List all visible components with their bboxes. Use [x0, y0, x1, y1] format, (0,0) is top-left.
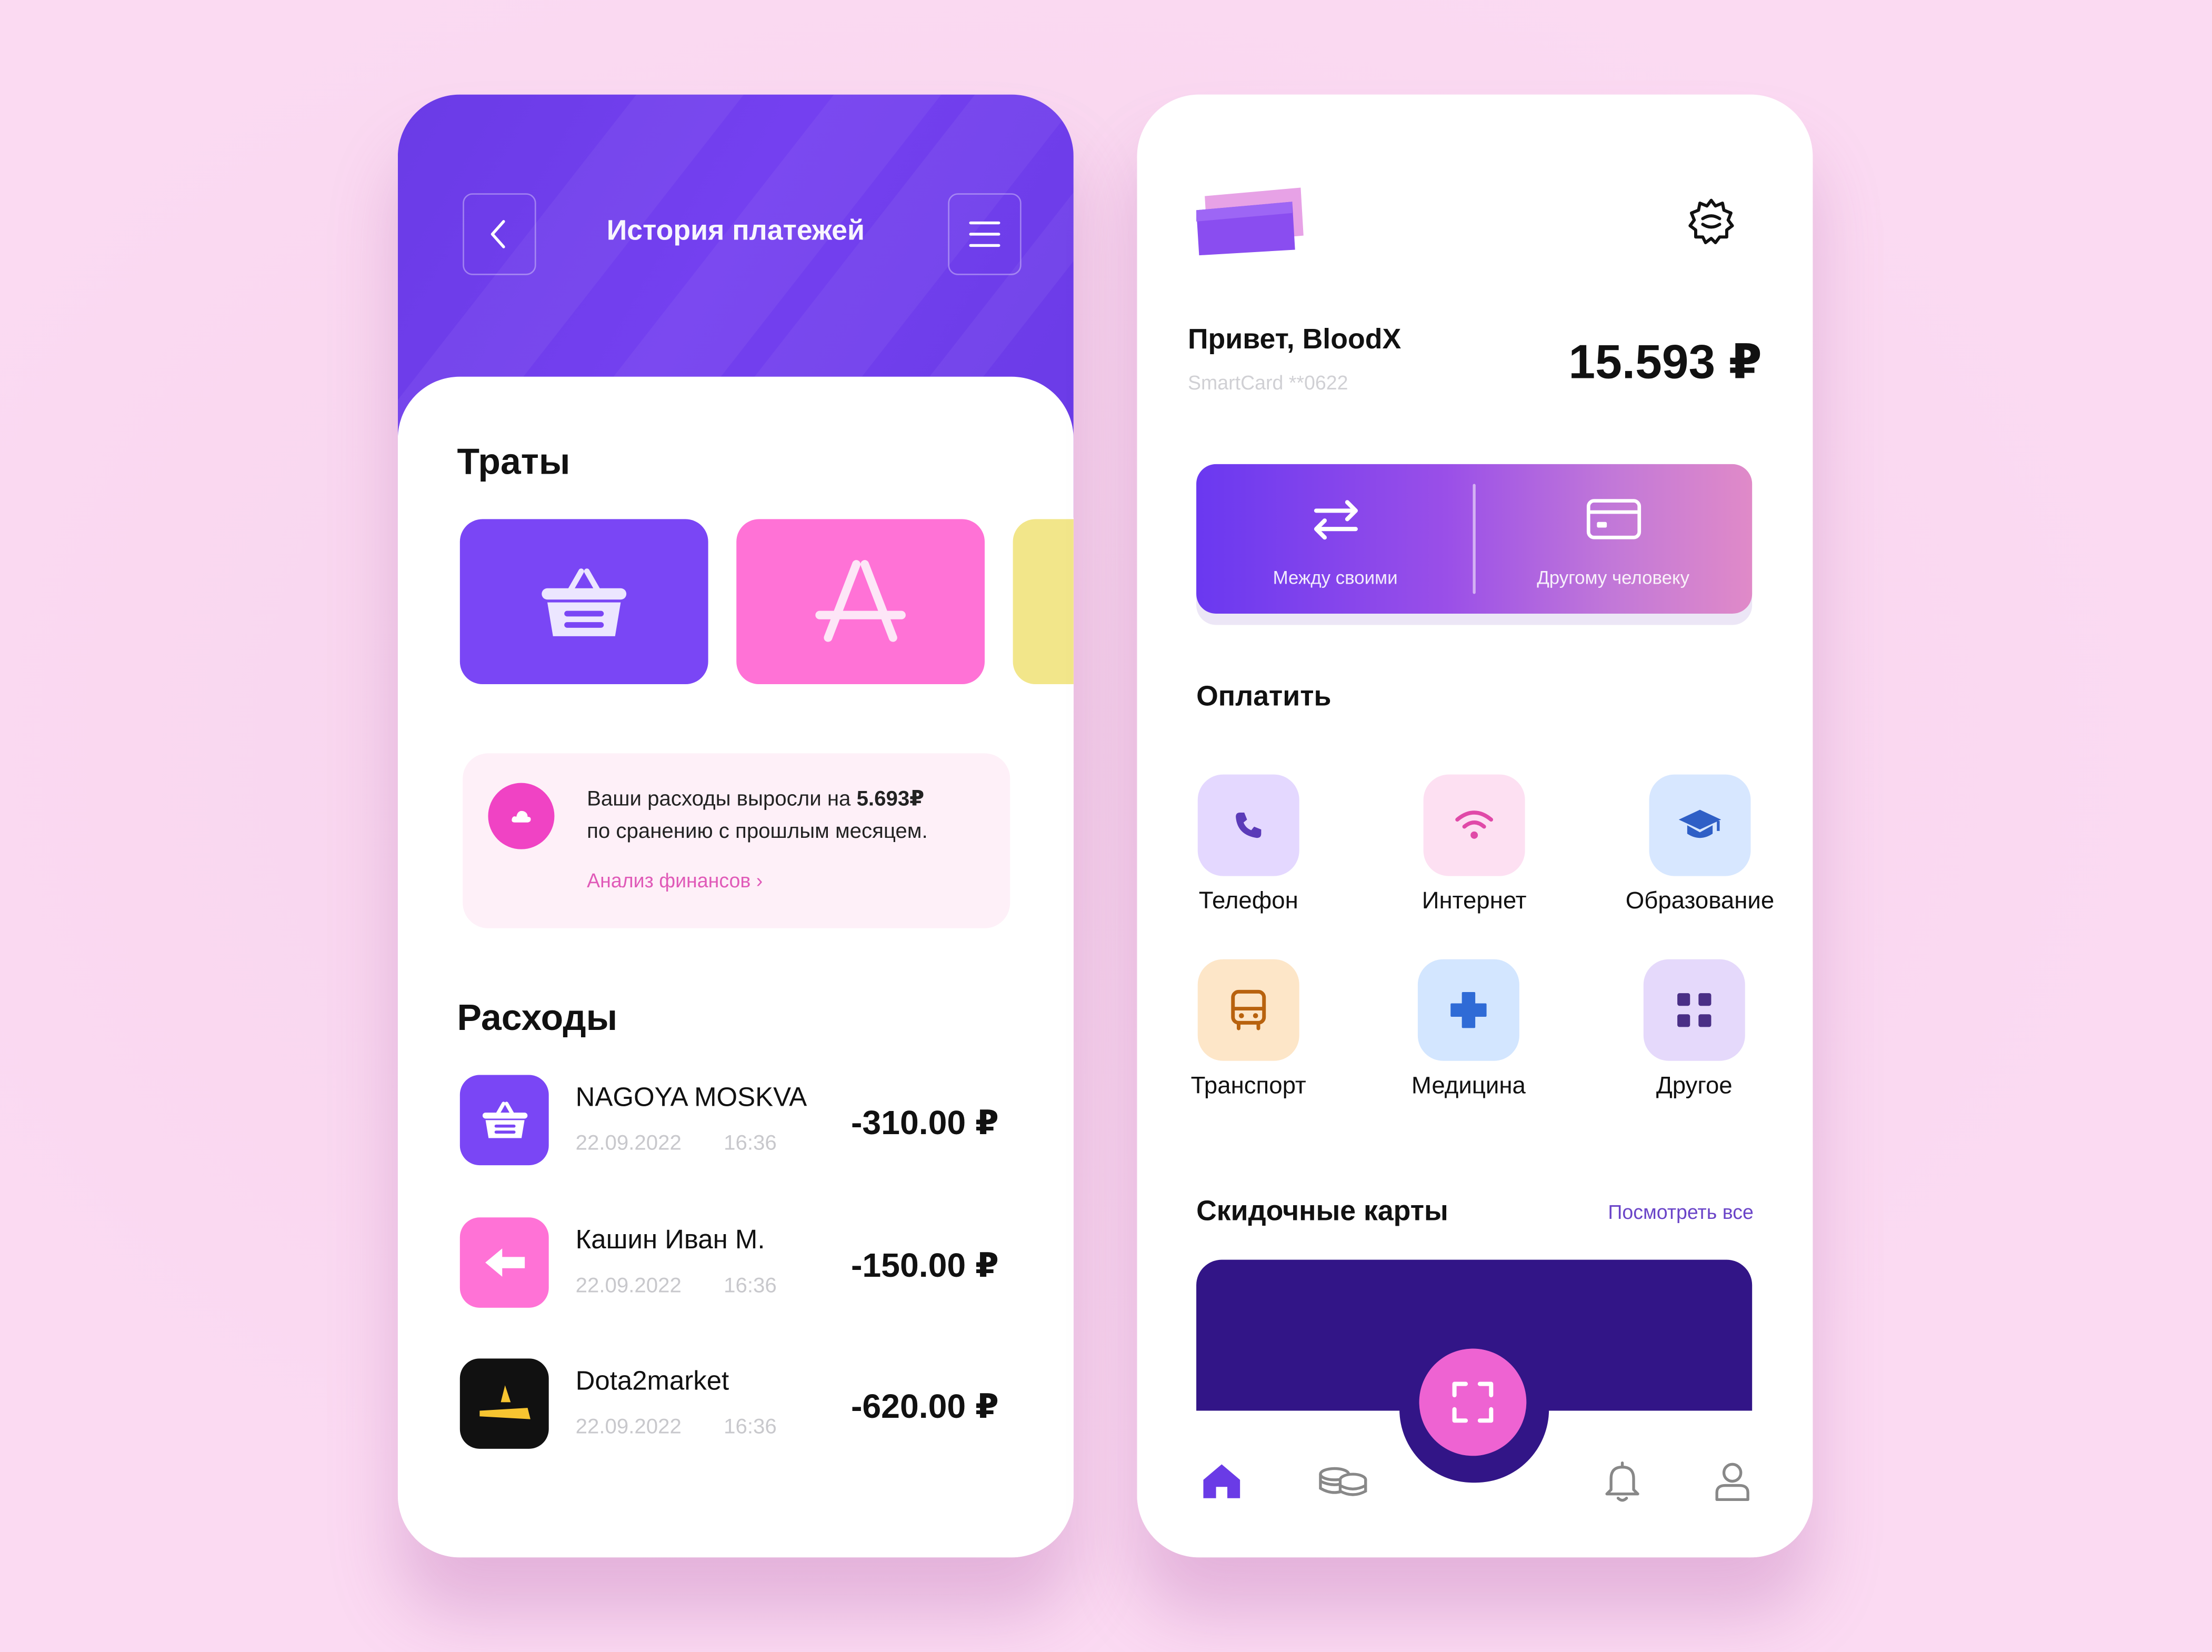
- settings-button[interactable]: [1687, 197, 1735, 253]
- hamburger-menu-icon: [969, 221, 1000, 247]
- expenses-heading: Расходы: [457, 996, 618, 1038]
- nav-notifications[interactable]: [1597, 1456, 1647, 1506]
- service-phone[interactable]: Телефон: [1143, 774, 1354, 930]
- appstore-icon: [815, 559, 906, 642]
- service-label: Телефон: [1198, 887, 1298, 914]
- transaction-date: 22.09.2022: [575, 1274, 682, 1298]
- transaction-name: Dota2market: [575, 1367, 729, 1397]
- cloud-up-icon: [511, 810, 531, 822]
- transaction-amount: -620.00 ₽: [850, 1388, 999, 1426]
- transaction-time: 16:36: [724, 1274, 777, 1298]
- credit-card-icon: [1586, 499, 1640, 539]
- transaction-time: 16:36: [724, 1131, 777, 1156]
- dota2market-logo-icon: [479, 1385, 530, 1419]
- home-screen: Привет, BloodX SmartCard **0622 15.593 ₽…: [1137, 94, 1813, 1558]
- bank-cards-logo: [1196, 187, 1304, 256]
- bus-icon: [1231, 989, 1266, 1030]
- service-education[interactable]: Образование: [1594, 774, 1806, 930]
- insight-text-suffix: по сранению с прошлым месяцем.: [587, 819, 928, 844]
- transaction-row[interactable]: NAGOYA MOSKVA 22.09.2022 16:36 -310.00 ₽: [459, 1075, 1024, 1166]
- transaction-name: Кашин Иван М.: [575, 1226, 765, 1256]
- basket-icon: [542, 567, 627, 636]
- category-third-tile[interactable]: [1013, 519, 1074, 685]
- transfer-between-own-button[interactable]: Между своими: [1196, 464, 1474, 614]
- transfer-label: Между своими: [1273, 567, 1398, 588]
- service-label: Транспорт: [1190, 1072, 1306, 1099]
- medical-cross-icon: [1450, 992, 1487, 1028]
- insight-icon: [488, 783, 555, 849]
- profile-icon: [1715, 1463, 1749, 1501]
- basket-icon: [482, 1102, 527, 1138]
- phone-icon: [1236, 812, 1262, 838]
- see-all-link[interactable]: Посмотреть все: [1608, 1200, 1753, 1223]
- arrow-left-icon: [484, 1248, 524, 1277]
- transaction-name: NAGOYA MOSKVA: [575, 1083, 807, 1113]
- transaction-amount: -150.00 ₽: [850, 1247, 999, 1285]
- transfer-arrows-icon: [1313, 500, 1357, 540]
- bell-icon: [1605, 1461, 1639, 1502]
- service-transport[interactable]: Транспорт: [1143, 959, 1354, 1115]
- home-icon: [1203, 1464, 1240, 1498]
- card-number: SmartCard **0622: [1187, 371, 1348, 394]
- insight-text-prefix: Ваши расходы выросли на: [587, 787, 857, 812]
- discount-cards-heading: Скидочные карты: [1196, 1196, 1448, 1228]
- transaction-row[interactable]: Dota2market 22.09.2022 16:36 -620.00 ₽: [459, 1358, 1024, 1449]
- greeting: Привет, BloodX: [1187, 324, 1402, 356]
- transfer-label: Другому человеку: [1537, 567, 1690, 588]
- scan-button[interactable]: [1419, 1348, 1527, 1456]
- spending-insight-card: Ваши расходы выросли на 5.693₽ по сранен…: [463, 753, 1010, 928]
- service-other[interactable]: Другое: [1588, 959, 1800, 1115]
- menu-button[interactable]: [948, 193, 1022, 275]
- service-medicine[interactable]: Медицина: [1363, 959, 1574, 1115]
- service-label: Образование: [1625, 887, 1775, 914]
- scan-icon: [1452, 1381, 1494, 1423]
- nav-home[interactable]: [1196, 1456, 1247, 1506]
- service-internet[interactable]: Интернет: [1368, 774, 1580, 930]
- balance-amount: 15.593 ₽: [1568, 335, 1762, 389]
- nav-coins[interactable]: [1315, 1456, 1371, 1506]
- payment-history-screen: История платежей Траты Ваши расходы выро…: [397, 94, 1074, 1558]
- category-appstore-tile[interactable]: [736, 519, 985, 685]
- transaction-date: 22.09.2022: [575, 1415, 682, 1439]
- insight-amount: 5.693₽: [856, 787, 925, 812]
- service-label: Интернет: [1422, 887, 1527, 914]
- transfer-bar: Между своими Другому человеку: [1196, 464, 1753, 614]
- nav-profile[interactable]: [1707, 1456, 1757, 1506]
- service-label: Медицина: [1411, 1072, 1526, 1099]
- finance-analysis-link[interactable]: Анализ финансов ›: [587, 869, 763, 892]
- pay-heading: Оплатить: [1196, 681, 1332, 713]
- coins-icon: [1319, 1467, 1367, 1496]
- service-label: Другое: [1656, 1072, 1733, 1099]
- transaction-time: 16:36: [724, 1415, 777, 1439]
- grid-icon: [1677, 993, 1711, 1027]
- graduation-cap-icon: [1678, 809, 1721, 838]
- transfer-to-person-button[interactable]: Другому человеку: [1474, 464, 1752, 614]
- transaction-date: 22.09.2022: [575, 1131, 682, 1156]
- gear-icon: [1688, 198, 1734, 244]
- wifi-icon: [1455, 810, 1494, 839]
- transaction-row[interactable]: Кашин Иван М. 22.09.2022 16:36 -150.00 ₽: [459, 1217, 1024, 1308]
- transaction-amount: -310.00 ₽: [850, 1104, 999, 1143]
- spending-heading: Траты: [457, 440, 570, 483]
- category-basket-tile[interactable]: [459, 519, 708, 685]
